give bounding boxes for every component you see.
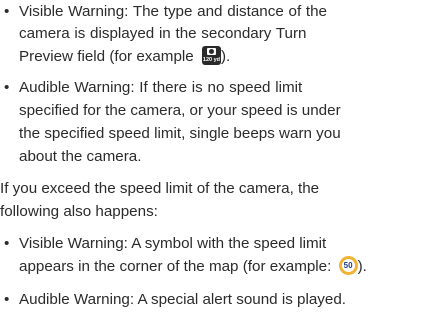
paragraph-line: Visible Warning: The type and distance o… [19,3,327,20]
bullet-item-audible-warning-2: • Audible Warning: A special alert sound … [4,289,346,311]
camera-distance-label: 120 yd [202,57,221,63]
paragraph-line: Preview field (for example [19,48,198,65]
paragraph-line: about the camera. [19,148,142,165]
bullet-marker: • [4,235,10,252]
bullet-item-visible-warning-2: • Visible Warning: A symbol with the spee… [4,233,326,255]
speed-limit-value: 50 [341,259,355,272]
bullet-marker: • [4,79,10,96]
paragraph-line: following also happens: [0,203,158,220]
paragraph-line: the specified speed limit, single beeps … [19,125,341,142]
paragraph-line: appears in the corner of the map (for ex… [19,258,336,275]
bullet-marker: • [4,3,10,20]
paragraph-line: Audible Warning: If there is no speed li… [19,79,303,96]
speed-limit-icon: 50 [338,256,358,275]
paragraph-line-with-icon: appears in the corner of the map (for ex… [19,256,367,278]
paragraph-line: camera is displayed in the secondary Tur… [19,25,307,42]
paragraph-line: Audible Warning: A special alert sound i… [19,291,347,308]
paragraph-suffix: ). [357,258,367,275]
speed-camera-icon: 120 yd [201,46,221,65]
bullet-item-audible-warning-1: • Audible Warning: If there is no speed l… [4,77,302,99]
bullet-item-visible-warning-1: • Visible Warning: The type and distance … [4,1,327,23]
paragraph-line: specified for the camera, or your speed … [19,102,341,119]
paragraph-suffix: ). [220,48,231,65]
paragraph-line-with-icon: Preview field (for example 120 yd). [19,46,230,68]
paragraph-line: Visible Warning: A symbol with the speed… [19,235,327,252]
paragraph-line: If you exceed the speed limit of the cam… [0,180,320,197]
bullet-marker: • [4,291,10,308]
